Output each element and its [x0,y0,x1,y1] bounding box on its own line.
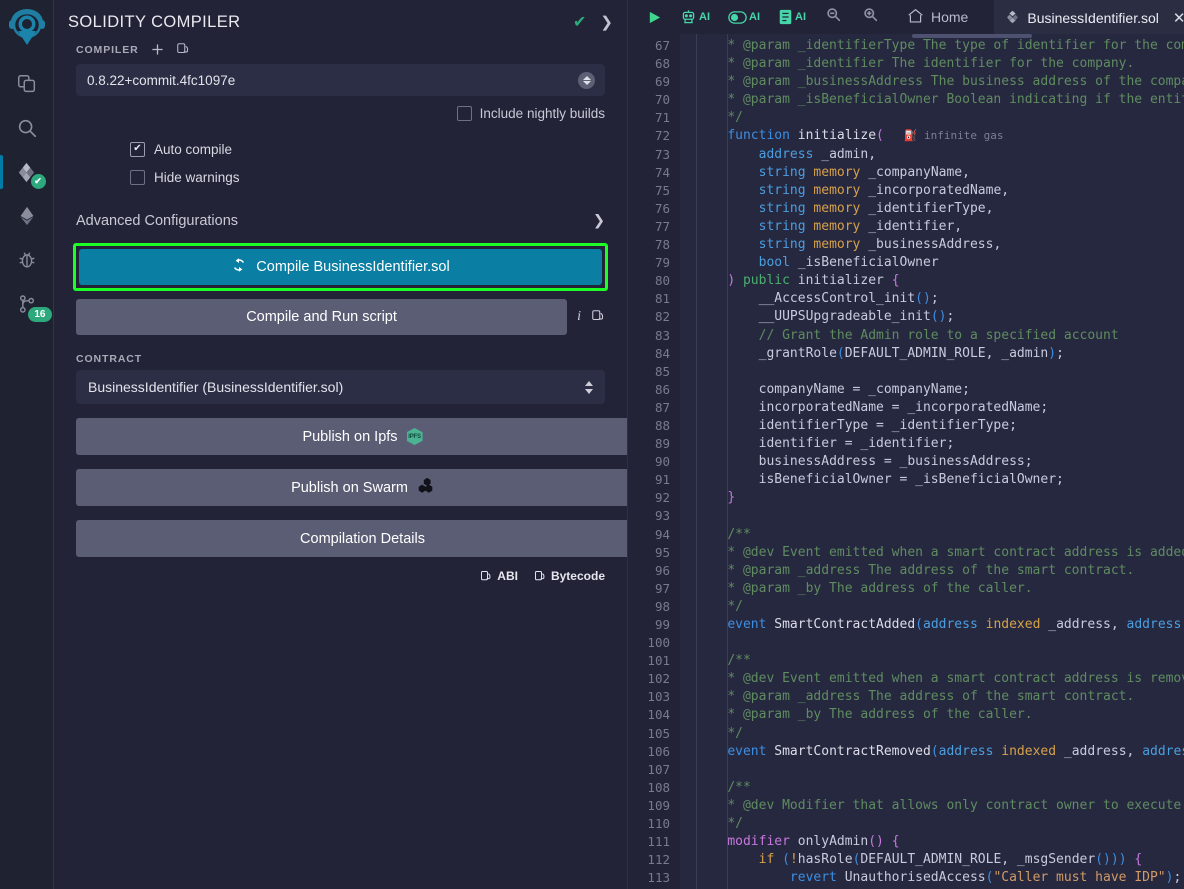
horizontal-scrollbar[interactable] [912,34,1032,38]
solidity-file-icon [1006,10,1019,27]
sidebar-item-debugger[interactable] [0,238,54,282]
compile-and-run-row: Compile and Run script i [76,299,605,335]
sidebar-item-deploy-run[interactable] [0,194,54,238]
bytecode-label: Bytecode [550,569,605,583]
plus-icon[interactable] [151,43,164,58]
copy-abi-button[interactable]: ABI [480,569,518,583]
zoom-out-icon[interactable] [815,7,852,27]
editor-toolbar: AI AI AI Home BusinessIdentifier.sol ✕ [628,0,1184,34]
files-icon [17,75,35,93]
compilation-details-label: Compilation Details [300,530,425,547]
panel-expand-chevron-icon[interactable]: ❯ [600,13,613,31]
home-icon [907,8,924,27]
contract-label: CONTRACT [76,353,143,365]
panel-header: SOLIDITY COMPILER ✔ ❯ [54,0,627,38]
ai-toggle-label: AI [749,11,760,23]
hide-warnings-checkbox[interactable] [130,169,145,185]
ai-docs-label: AI [795,11,806,23]
compiler-version-select[interactable]: 0.8.22+commit.4fc1097e [76,64,605,96]
advanced-configurations-label: Advanced Configurations [76,213,239,229]
publish-swarm-label: Publish on Swarm [291,479,408,496]
contract-select-stepper-icon[interactable] [585,380,593,394]
copy-icon [481,571,491,581]
auto-compile-row[interactable]: Auto compile [130,135,627,163]
include-nightly-checkbox[interactable] [456,106,472,121]
advanced-configurations-row[interactable]: Advanced Configurations ❯ [76,207,605,235]
editor-tab-businessidentifier[interactable]: BusinessIdentifier.sol ✕ [994,0,1184,34]
ai-docs-icon[interactable]: AI [769,9,815,25]
publish-swarm-button[interactable]: Publish on Swarm [76,469,627,506]
search-icon [18,119,36,138]
code-content-column[interactable]: * @param _identifierType The type of ide… [680,34,1184,889]
info-icon[interactable]: i [577,309,581,325]
compilation-details-button[interactable]: Compilation Details [76,520,627,557]
copy-artifacts-row: ABI Bytecode [54,569,605,583]
remix-logo-icon[interactable] [5,6,49,54]
compiler-version-value: 0.8.22+commit.4fc1097e [87,72,236,88]
page-title: SOLIDITY COMPILER [68,12,241,31]
compile-button-highlight: Compile BusinessIdentifier.sol [73,243,608,291]
editor-area: AI AI AI Home BusinessIdentifier.sol ✕ 6… [628,0,1184,889]
sidebar-item-file-explorer[interactable] [0,62,54,106]
line-number-gutter: 67 68 69 70 71 72 73 74 75 76 77 78 79 80 81 82 83 84 85 86… [628,34,680,889]
auto-compile-label: Auto compile [154,141,233,157]
compiler-section-header: COMPILER [54,38,627,64]
compile-status-check-icon: ✔ [573,14,587,31]
auto-compile-checkbox[interactable] [130,141,145,157]
ai-toggle-icon[interactable]: AI [719,10,769,25]
zoom-in-icon[interactable] [852,7,889,27]
compile-and-run-button[interactable]: Compile and Run script [76,299,568,335]
copy-bytecode-button[interactable]: Bytecode [534,569,605,583]
close-icon[interactable]: ✕ [1173,9,1184,27]
compile-and-run-label: Compile and Run script [246,309,397,325]
code-editor[interactable]: 67 68 69 70 71 72 73 74 75 76 77 78 79 80 81 82 83 84 85 86… [628,34,1184,889]
sidebar-item-search[interactable] [0,106,54,150]
compiler-label: COMPILER [76,44,139,56]
ipfs-icon: IPFS [406,428,423,445]
publish-ipfs-button[interactable]: Publish on Ipfs IPFS [76,418,627,455]
hide-warnings-row[interactable]: Hide warnings [130,163,627,191]
copy-icon [534,571,545,581]
copy-icon[interactable] [591,309,605,326]
contract-select-value: BusinessIdentifier (BusinessIdentifier.s… [88,379,344,395]
duplicate-icon[interactable] [176,42,190,58]
hide-warnings-label: Hide warnings [154,169,240,185]
compile-button-label: Compile BusinessIdentifier.sol [256,259,450,275]
contract-select[interactable]: BusinessIdentifier (BusinessIdentifier.s… [76,370,605,404]
ai-assistant-icon[interactable]: AI [671,9,719,26]
ethereum-icon [20,206,33,226]
compiler-version-stepper-icon[interactable] [578,71,595,89]
swarm-icon [417,477,434,498]
sidebar-item-solidity-compiler[interactable]: ✔ [0,150,54,194]
home-label: Home [931,9,969,25]
editor-tab-label: BusinessIdentifier.sol [1027,10,1159,26]
git-commit-badge: 16 [28,307,52,322]
home-button[interactable]: Home [889,8,978,27]
compile-success-badge: ✔ [30,174,46,189]
run-script-icon[interactable] [638,10,671,25]
solidity-compiler-panel: SOLIDITY COMPILER ✔ ❯ COMPILER 0.8.22+co… [54,0,628,889]
include-nightly-row[interactable]: Include nightly builds [54,106,605,121]
icon-rail: ✔ 16 [0,0,54,889]
publish-ipfs-label: Publish on Ipfs [302,428,398,445]
include-nightly-label: Include nightly builds [479,106,605,121]
compile-button[interactable]: Compile BusinessIdentifier.sol [79,249,602,285]
refresh-icon [231,257,247,277]
code-text: * @param _identifierType The type of ide… [727,38,1184,889]
abi-label: ABI [497,569,518,583]
ai-assistant-label: AI [699,11,710,23]
sidebar-item-git[interactable]: 16 [0,282,54,326]
chevron-right-icon[interactable]: ❯ [593,213,605,229]
bug-icon [18,252,35,268]
remix-ide-window: ✔ 16 SOLIDITY COMPILER ✔ ❯ COMPILER 0.8.… [0,0,1184,889]
